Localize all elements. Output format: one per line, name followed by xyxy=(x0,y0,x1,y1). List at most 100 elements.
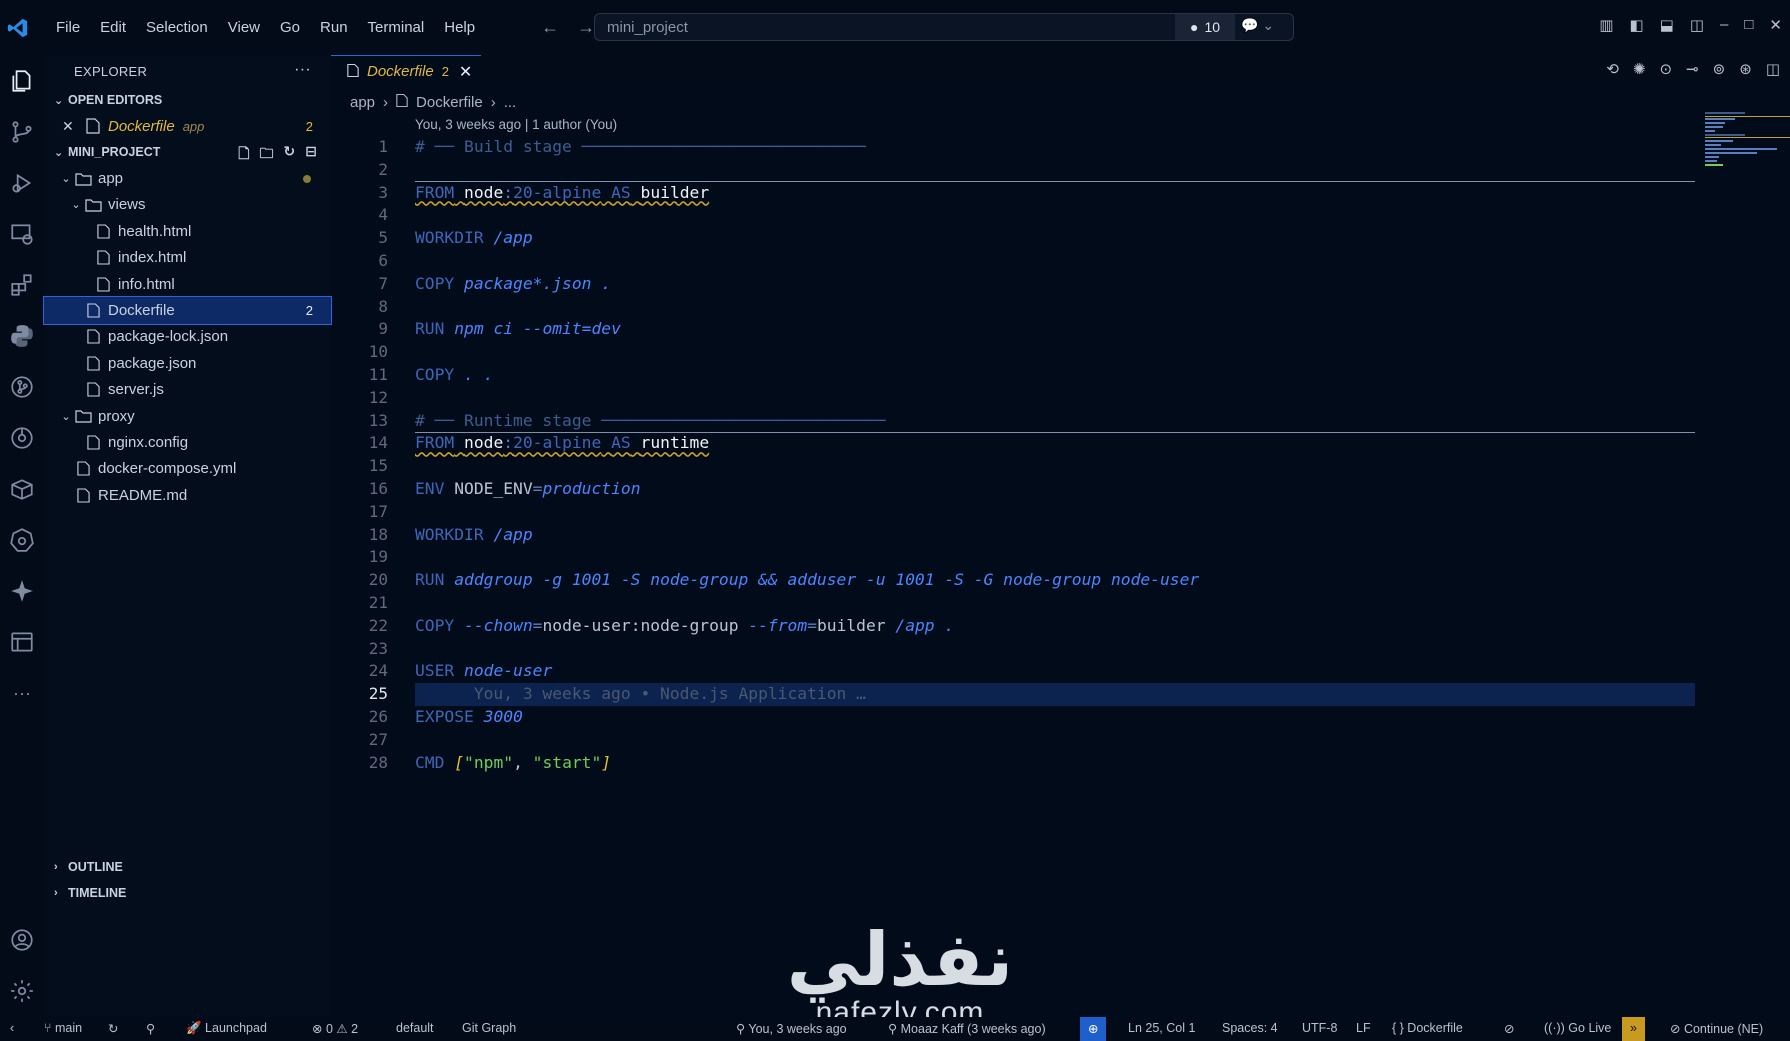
code-editor[interactable]: # ── Build stage ───────────────────────… xyxy=(415,136,1695,774)
code-line[interactable] xyxy=(415,455,1695,478)
menu-selection[interactable]: Selection xyxy=(136,16,218,40)
explorer-icon[interactable] xyxy=(8,67,36,95)
code-line[interactable] xyxy=(415,592,1695,615)
open-editor-item[interactable]: ✕ Dockerfile app 2 xyxy=(44,113,331,139)
encoding[interactable]: UTF-8 xyxy=(1302,1021,1337,1035)
code-line[interactable]: EXPOSE 3000 xyxy=(415,706,1695,729)
source-control-icon[interactable] xyxy=(8,118,36,146)
code-line[interactable]: You, 3 weeks ago • Node.js Application … xyxy=(415,683,1695,706)
cursor-position[interactable]: Ln 25, Col 1 xyxy=(1128,1021,1195,1035)
code-line[interactable] xyxy=(415,546,1695,569)
file-package-json[interactable]: package.json xyxy=(44,350,331,376)
code-line[interactable] xyxy=(415,501,1695,524)
forward-arrow-icon[interactable]: → xyxy=(577,17,595,38)
settings-gear-icon[interactable] xyxy=(8,977,36,1005)
language-mode[interactable]: { } Dockerfile xyxy=(1392,1021,1463,1035)
remote-explorer-icon[interactable] xyxy=(8,220,36,248)
folder-app[interactable]: ⌄ app xyxy=(44,165,331,191)
menu-go[interactable]: Go xyxy=(270,16,310,40)
code-line[interactable]: RUN addgroup -g 1001 -S node-group && ad… xyxy=(415,569,1695,592)
gitlens-compare-icon[interactable]: ⊛ xyxy=(1739,60,1752,78)
menu-terminal[interactable]: Terminal xyxy=(358,16,435,40)
gitlens-icon[interactable] xyxy=(8,424,36,452)
folder-proxy[interactable]: ⌄ proxy xyxy=(44,403,331,429)
timeline-section[interactable]: › TIMELINE xyxy=(44,880,331,906)
double-chevron-icon[interactable]: » xyxy=(1622,1017,1645,1041)
code-line[interactable]: COPY . . xyxy=(415,364,1695,387)
code-line[interactable]: USER node-user xyxy=(415,660,1695,683)
python-icon[interactable] xyxy=(8,322,36,350)
code-line[interactable]: # ── Build stage ───────────────────────… xyxy=(415,136,1695,159)
code-line[interactable] xyxy=(415,204,1695,227)
close-tab-icon[interactable]: ✕ xyxy=(459,62,472,82)
go-forward-change-icon[interactable]: ⊚ xyxy=(1713,60,1726,78)
close-window-icon[interactable]: ✕ xyxy=(1769,16,1782,34)
collapse-all-icon[interactable]: ⊟ xyxy=(305,143,317,167)
continue-status[interactable]: ⊘ Continue (NE) xyxy=(1670,1021,1763,1036)
git-graph-icon[interactable] xyxy=(8,373,36,401)
code-line[interactable] xyxy=(415,638,1695,661)
folder-views[interactable]: ⌄ views xyxy=(44,192,331,218)
go-live-button[interactable]: ((·)) Go Live xyxy=(1544,1021,1611,1035)
tab-dockerfile[interactable]: Dockerfile 2 ✕ xyxy=(331,55,481,87)
minimap[interactable] xyxy=(1705,112,1790,192)
code-line[interactable]: CMD ["npm", "start"] xyxy=(415,752,1695,775)
menu-file[interactable]: File xyxy=(46,16,90,40)
launchpad-item[interactable]: 🚀 Launchpad xyxy=(186,1021,267,1036)
code-line[interactable] xyxy=(415,250,1695,273)
breadcrumb-file[interactable]: Dockerfile xyxy=(416,94,483,111)
branch-indicator[interactable]: ⑂ main xyxy=(44,1021,82,1035)
new-file-icon[interactable]: 🗋 xyxy=(238,143,249,167)
menu-run[interactable]: Run xyxy=(310,16,358,40)
project-section[interactable]: ⌄ MINI_PROJECT 🗋 🗀 ↻ ⊟ xyxy=(44,139,331,165)
outline-section[interactable]: › OUTLINE xyxy=(44,854,331,880)
menu-help[interactable]: Help xyxy=(434,16,485,40)
breadcrumb-more[interactable]: ... xyxy=(504,94,517,111)
file-readme-md[interactable]: README.md xyxy=(44,482,331,508)
maximize-icon[interactable]: □ xyxy=(1744,16,1753,34)
file-index-html[interactable]: index.html xyxy=(44,245,331,271)
remote-indicator-icon[interactable]: ‹ xyxy=(10,1021,14,1035)
new-folder-icon[interactable]: 🗀 xyxy=(260,143,274,167)
file-nginx-config[interactable]: nginx.config xyxy=(44,429,331,455)
docker-icon[interactable] xyxy=(8,475,36,503)
extensions-icon[interactable] xyxy=(8,271,36,299)
kubernetes-icon[interactable] xyxy=(8,526,36,554)
code-line[interactable]: FROM node:20-alpine AS builder xyxy=(415,182,1695,205)
graph-icon[interactable]: ⚲ xyxy=(146,1021,155,1036)
code-line[interactable]: ENV NODE_ENV=production xyxy=(415,478,1695,501)
layout-icon[interactable]: ▥ xyxy=(1599,16,1613,34)
no-bell-icon[interactable]: ⊘ xyxy=(1504,1021,1514,1036)
code-line[interactable]: COPY package*.json . xyxy=(415,273,1695,296)
code-line[interactable]: WORKDIR /app xyxy=(415,524,1695,547)
code-line[interactable]: FROM node:20-alpine AS runtime xyxy=(415,432,1695,455)
file-dockerfile[interactable]: Dockerfile 2 xyxy=(43,296,332,325)
toggle-secondary-sidebar-icon[interactable]: ◫ xyxy=(1690,16,1704,34)
minimize-icon[interactable]: – xyxy=(1720,16,1728,34)
problems-indicator[interactable]: ⊗ 0 ⚠ 2 xyxy=(312,1021,358,1036)
file-health-html[interactable]: health.html xyxy=(44,218,331,244)
changes-badge[interactable]: ● 10 xyxy=(1175,14,1235,40)
more-views-icon[interactable]: ··· xyxy=(8,679,36,707)
refresh-icon[interactable]: ↻ xyxy=(284,143,296,167)
accounts-icon[interactable] xyxy=(8,926,36,954)
copilot-icon[interactable]: ✺ xyxy=(1633,60,1646,78)
file-info-html[interactable]: info.html xyxy=(44,271,331,297)
chat-icon[interactable]: 💬 ⌄ xyxy=(1241,17,1274,34)
code-line[interactable] xyxy=(415,341,1695,364)
author-status[interactable]: ⚲ Moaaz Kaff (3 weeks ago) xyxy=(888,1021,1046,1036)
split-editor-icon[interactable]: ◫ xyxy=(1766,60,1780,78)
code-line[interactable]: RUN npm ci --omit=dev xyxy=(415,318,1695,341)
blame-codelens[interactable]: You, 3 weeks ago | 1 author (You) xyxy=(415,117,617,132)
toggle-panel-icon[interactable]: ⬓ xyxy=(1660,16,1674,34)
open-editors-section[interactable]: ⌄ OPEN EDITORS xyxy=(44,87,331,113)
file-server-js[interactable]: server.js xyxy=(44,377,331,403)
command-center[interactable]: mini_project ● 10 💬 ⌄ xyxy=(594,13,1294,41)
end-of-line[interactable]: LF xyxy=(1356,1021,1371,1035)
commit-icon[interactable]: ⊸ xyxy=(1686,60,1699,78)
back-arrow-icon[interactable]: ← xyxy=(541,17,559,38)
menu-edit[interactable]: Edit xyxy=(90,16,136,40)
file-package-lock-json[interactable]: package-lock.json xyxy=(44,324,331,350)
code-line[interactable] xyxy=(415,296,1695,319)
blame-status[interactable]: ⚲ You, 3 weeks ago xyxy=(736,1021,847,1036)
